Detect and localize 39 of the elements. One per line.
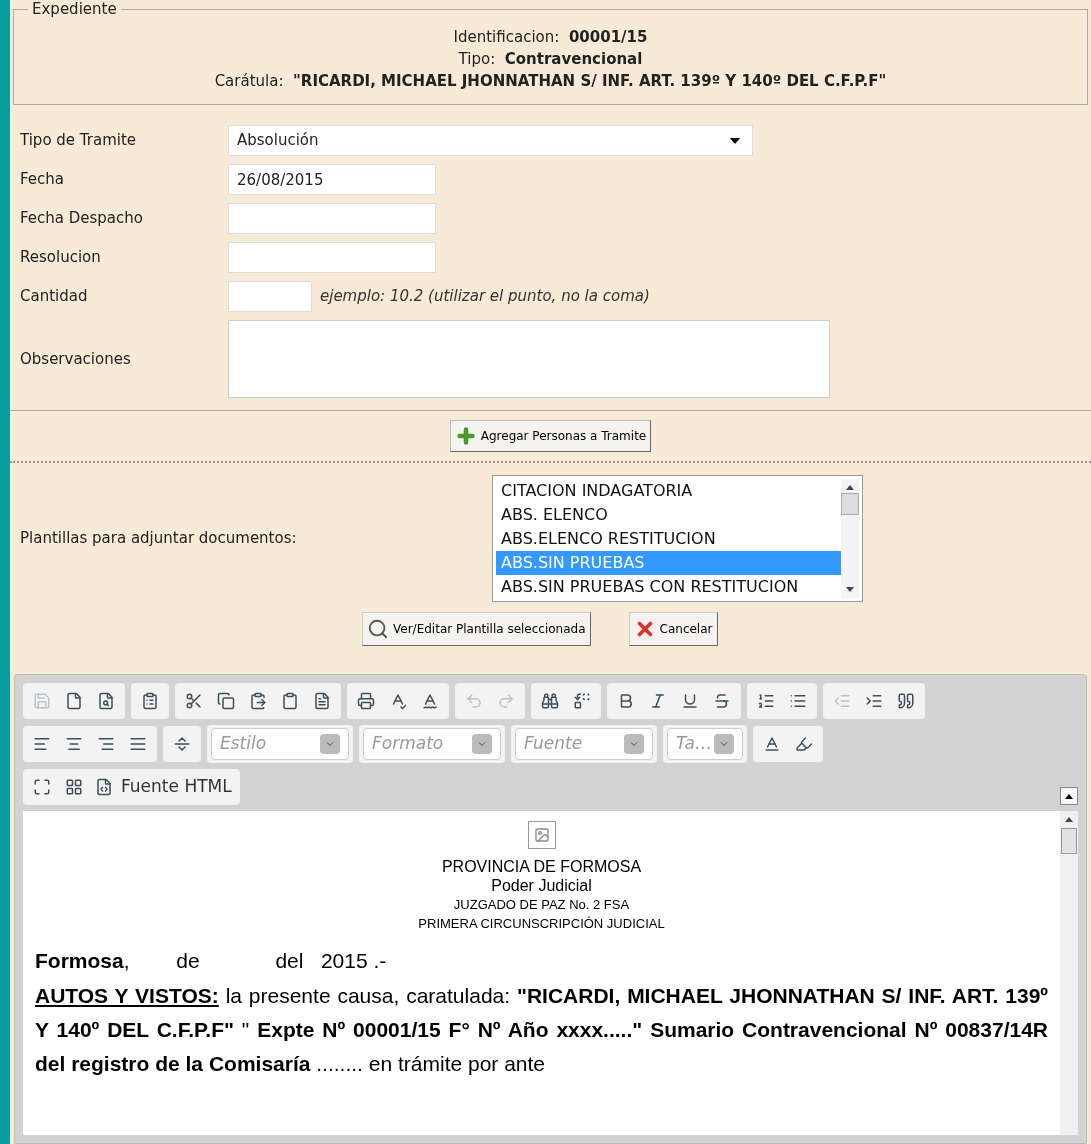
- field-label: Fecha: [20, 169, 65, 191]
- template-option[interactable]: ABS.ELENCO RESTITUCION: [496, 527, 841, 551]
- case-info-line: Identificacion: 00001/15: [453, 27, 648, 48]
- template-option[interactable]: CITACION INDAGATORIA: [496, 479, 841, 503]
- source-icon: [95, 778, 113, 796]
- plus-icon: [454, 425, 477, 447]
- template-option[interactable]: ABS. ELENCO: [496, 503, 841, 527]
- document-header-line: PRIMERA CIRCUNSCRIPCIÓN JUDICIAL: [418, 915, 665, 933]
- image-placeholder-icon: [527, 821, 556, 849]
- dropdown-arrow-icon: [730, 137, 740, 144]
- input-field[interactable]: [228, 242, 436, 273]
- document-paragraph: AUTOS Y VISTOS: la presente causa, caratulada: "RICARDI, MICHAEL JHONNATHAN S/ INF. ART. 139º Y 140º DEL C.F.P.F" " Expte Nº 00001/15 F° Nº Año xxxx....." Sumario Contravencional Nº 00837/14R del registro de la Comisaría ........ en trámite por ante: [35, 983, 1048, 1077]
- document-header-line: JUZGADO DE PAZ No. 2 FSA: [453, 896, 630, 914]
- add-persons-button[interactable]: Agregar Personas a Tramite: [449, 420, 652, 452]
- templates-listbox[interactable]: CITACION INDAGATORIA ABS. ELENCO ABS.ELENCO RESTITUCION ABS.SIN PRUEBAS ABS.SIN PRUEBAS CON RESTITUCION: [492, 475, 863, 602]
- template-option[interactable]: ABS.SIN PRUEBAS CON RESTITUCION: [496, 575, 841, 599]
- field-label: Resolucion: [20, 247, 102, 269]
- field-label: Fecha Despacho: [20, 208, 144, 230]
- field-label: Cantidad: [20, 286, 89, 308]
- field-hint: ejemplo: 10.2 (utilizar el punto, no la coma): [320, 286, 650, 308]
- cancel-button[interactable]: Cancelar: [628, 612, 718, 646]
- input-field[interactable]: 26/08/2015: [228, 164, 436, 195]
- search-icon: [367, 618, 389, 640]
- document-header-line: PROVINCIA DE FORMOSA: [441, 857, 642, 876]
- document-header-line: Poder Judicial: [491, 876, 592, 895]
- input-field[interactable]: [228, 203, 436, 234]
- field-label: Tipo de Tramite: [20, 130, 138, 152]
- templates-label: Plantillas para adjuntar documentos:: [20, 528, 298, 550]
- case-info-line: Carátula: "RICARDI, MICHAEL JHONNATHAN S/ INF. ART. 139º Y 140º DEL C.F.P.F": [214, 71, 887, 92]
- input-field[interactable]: [228, 281, 312, 312]
- view-template-button[interactable]: Ver/Editar Plantilla seleccionada: [362, 612, 591, 646]
- scroll-up-icon: [1060, 787, 1078, 805]
- source-html-button[interactable]: Fuente HTML: [91, 772, 236, 802]
- case-info-line: Tipo: Contravencional: [458, 49, 643, 70]
- textarea-field[interactable]: [228, 320, 830, 398]
- fieldset-legend: Expediente: [28, 0, 121, 18]
- date-line: Formosa, de del 2015 .-: [35, 948, 388, 974]
- field-label: Observaciones: [20, 348, 132, 370]
- select-field[interactable]: Absolución: [228, 125, 753, 156]
